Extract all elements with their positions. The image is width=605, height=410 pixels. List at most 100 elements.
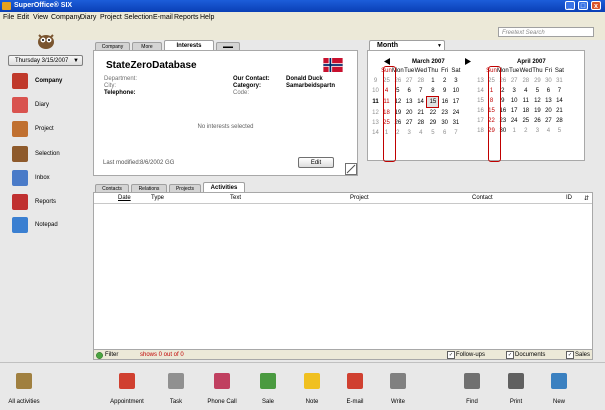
day-cell[interactable]: 19 — [532, 106, 543, 116]
nav-diary[interactable]: Diary — [8, 97, 88, 117]
filter-label[interactable]: Filter — [105, 352, 118, 358]
edit-button[interactable]: Edit — [298, 157, 334, 168]
day-cell[interactable]: 22 — [427, 108, 439, 119]
find-button[interactable]: Find — [452, 373, 492, 409]
column-header-project[interactable]: Project — [350, 195, 369, 201]
day-cell[interactable]: 9 — [439, 86, 451, 97]
day-cell[interactable]: 7 — [450, 128, 461, 138]
tab-company[interactable]: Company — [95, 42, 130, 50]
day-cell[interactable]: 13 — [404, 97, 415, 108]
day-cell[interactable]: 27 — [509, 76, 520, 86]
day-cell[interactable]: 5 — [427, 128, 439, 138]
day-cell[interactable]: 28 — [415, 76, 427, 86]
tab-activities[interactable]: Activities — [203, 182, 245, 192]
day-cell[interactable]: 21 — [415, 108, 427, 119]
column-header-date[interactable]: Date — [118, 195, 131, 201]
day-cell[interactable]: 29 — [532, 76, 543, 86]
resize-corner-icon[interactable] — [345, 163, 357, 175]
day-cell[interactable]: 6 — [439, 128, 451, 138]
day-cell[interactable]: 6 — [543, 86, 554, 96]
nav-selection[interactable]: Selection — [8, 146, 88, 166]
day-cell[interactable]: 25 — [520, 116, 532, 126]
day-cell[interactable]: 28 — [520, 76, 532, 86]
day-cell[interactable]: 2 — [520, 126, 532, 136]
menu-company[interactable]: Company — [51, 14, 81, 21]
menu-edit[interactable]: Edit — [17, 14, 29, 21]
day-cell[interactable]: 31 — [450, 118, 461, 128]
day-cell[interactable]: 4 — [520, 86, 532, 96]
day-cell[interactable]: 27 — [543, 116, 554, 126]
sales-checkbox[interactable]: ✓ — [566, 351, 574, 359]
tab-relations[interactable]: Relations — [131, 184, 167, 192]
tab-more[interactable]: More — [132, 42, 162, 50]
column-header-contact[interactable]: Contact — [472, 195, 493, 201]
note-button[interactable]: Note — [292, 373, 332, 409]
day-cell[interactable]: 20 — [404, 108, 415, 119]
freetext-search-input[interactable]: Freetext Search — [498, 27, 594, 37]
day-cell[interactable]: 1 — [509, 126, 520, 136]
print-button[interactable]: Print — [496, 373, 536, 409]
column-chooser-icon[interactable]: ⇵ — [584, 195, 589, 202]
day-cell[interactable]: 3 — [404, 128, 415, 138]
day-cell[interactable]: 5 — [554, 126, 565, 136]
day-cell[interactable]: 24 — [450, 108, 461, 119]
new-button[interactable]: New — [539, 373, 579, 409]
day-cell[interactable]: 3 — [450, 76, 461, 86]
nav-company[interactable]: Company — [8, 73, 88, 93]
tab-contacts[interactable]: Contacts — [95, 184, 129, 192]
menu-file[interactable]: File — [3, 14, 14, 21]
day-cell[interactable]: 1 — [427, 76, 439, 86]
menu-selection[interactable]: Selection — [124, 14, 153, 21]
our-contact-value[interactable]: Donald Duck — [286, 76, 323, 82]
day-cell[interactable]: 27 — [404, 76, 415, 86]
day-cell[interactable]: 4 — [543, 126, 554, 136]
tab-projects[interactable]: Projects — [169, 184, 201, 192]
menu-reports[interactable]: Reports — [174, 14, 199, 21]
email-button[interactable]: E-mail — [335, 373, 375, 409]
tab-extra[interactable]: ▬▬ — [216, 42, 240, 50]
task-button[interactable]: Task — [156, 373, 196, 409]
menu-diary[interactable]: Diary — [80, 14, 96, 21]
day-cell[interactable]: 10 — [509, 96, 520, 106]
write-button[interactable]: Write — [378, 373, 418, 409]
day-cell[interactable]: 16 — [439, 97, 451, 108]
day-cell[interactable]: 17 — [450, 97, 461, 108]
filter-icon[interactable] — [96, 352, 103, 359]
day-cell[interactable]: 29 — [427, 118, 439, 128]
date-selector[interactable]: Thursday 3/15/2007 ▼ — [8, 55, 83, 66]
nav-project[interactable]: Project — [8, 121, 88, 141]
day-cell[interactable]: 2 — [439, 76, 451, 86]
day-cell[interactable]: 13 — [543, 96, 554, 106]
day-cell[interactable]: 5 — [532, 86, 543, 96]
day-cell[interactable]: 27 — [404, 118, 415, 128]
day-cell[interactable]: 7 — [554, 86, 565, 96]
day-cell[interactable]: 24 — [509, 116, 520, 126]
day-cell[interactable]: 18 — [520, 106, 532, 116]
menu-help[interactable]: Help — [200, 14, 214, 21]
day-cell[interactable]: 11 — [520, 96, 532, 106]
next-month-icon[interactable] — [465, 58, 471, 65]
day-cell[interactable]: 23 — [439, 108, 451, 119]
day-cell-today[interactable]: 15 — [426, 96, 440, 108]
nav-inbox[interactable]: Inbox — [8, 170, 88, 190]
appointment-button[interactable]: Appointment — [107, 373, 147, 409]
sale-button[interactable]: Sale — [248, 373, 288, 409]
close-button[interactable]: x — [591, 1, 601, 10]
day-cell[interactable]: 8 — [427, 86, 439, 97]
day-cell[interactable]: 4 — [415, 128, 427, 138]
day-cell[interactable]: 6 — [404, 86, 415, 97]
day-cell[interactable]: 14 — [554, 96, 565, 106]
day-cell[interactable]: 26 — [532, 116, 543, 126]
maximize-button[interactable]: □ — [578, 1, 588, 10]
day-cell[interactable]: 3 — [509, 86, 520, 96]
day-cell[interactable]: 31 — [554, 76, 565, 86]
menu-view[interactable]: View — [33, 14, 48, 21]
day-cell[interactable]: 20 — [543, 106, 554, 116]
day-cell[interactable]: 17 — [509, 106, 520, 116]
documents-checkbox[interactable]: ✓ — [506, 351, 514, 359]
day-cell[interactable]: 28 — [415, 118, 427, 128]
all-activities-button[interactable]: All activities — [4, 373, 44, 409]
follow-ups-checkbox[interactable]: ✓ — [447, 351, 455, 359]
day-cell[interactable]: 28 — [554, 116, 565, 126]
tab-interests[interactable]: Interests — [164, 40, 214, 50]
